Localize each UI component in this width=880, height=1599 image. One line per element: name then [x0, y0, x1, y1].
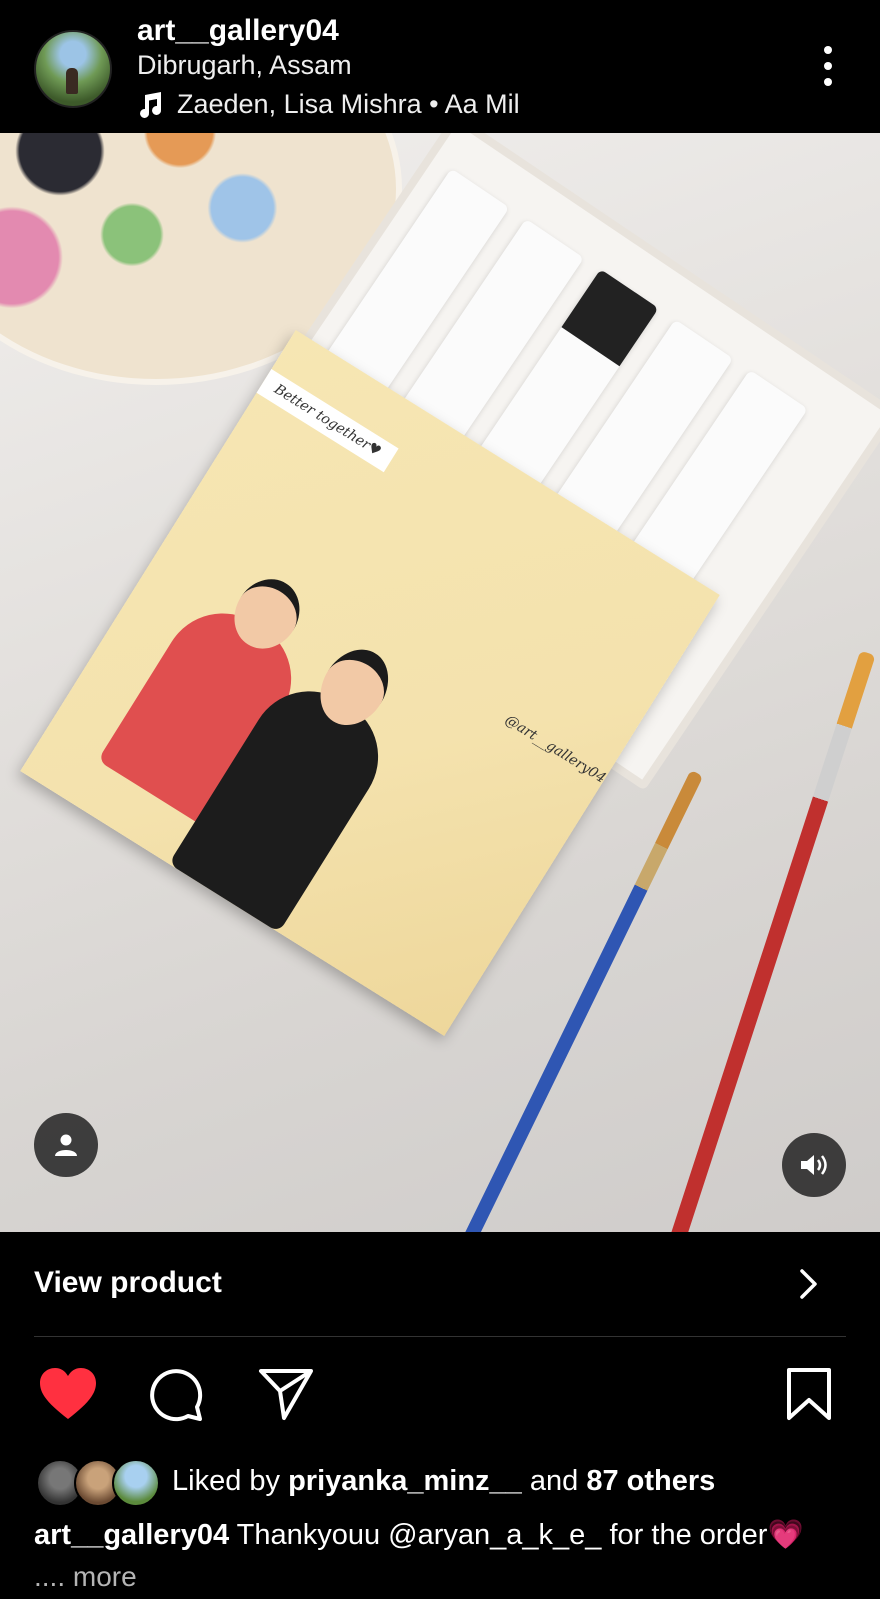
- bookmark-icon[interactable]: [786, 1367, 832, 1421]
- volume-icon: [801, 1155, 827, 1175]
- post-header: art__gallery04 Dibrugarh, Assam Zaeden, …: [0, 0, 880, 133]
- liker-avatars: [34, 1457, 162, 1507]
- audio-track[interactable]: Zaeden, Lisa Mishra • Aa Mil: [137, 89, 520, 120]
- likes-others-count[interactable]: 87 others: [586, 1465, 715, 1497]
- post-image[interactable]: Better together♥ @art__gallery04: [0, 133, 880, 1232]
- likes-row[interactable]: Liked by priyanka_minz__ and 87 others: [34, 1455, 715, 1507]
- post-caption: art__gallery04 Thankyouu @aryan_a_k_e_ f…: [34, 1518, 874, 1552]
- comment-icon[interactable]: [148, 1367, 204, 1423]
- likes-summary: Liked by priyanka_minz__ and 87 others: [172, 1465, 715, 1498]
- watermark: @art__gallery04: [501, 711, 609, 787]
- caption-username[interactable]: art__gallery04: [34, 1519, 229, 1551]
- person-tag-icon: [55, 1134, 77, 1156]
- post-username[interactable]: art__gallery04: [137, 14, 339, 48]
- view-product-row[interactable]: View product: [0, 1232, 880, 1336]
- caption-more-link[interactable]: .... more: [34, 1561, 137, 1593]
- heart-filled-icon[interactable]: [38, 1367, 98, 1421]
- send-icon[interactable]: [258, 1367, 314, 1421]
- sound-toggle-button[interactable]: [782, 1133, 846, 1197]
- top-liker-username[interactable]: priyanka_minz__: [288, 1465, 522, 1497]
- canvas-tag-label: Better together♥: [256, 369, 399, 473]
- post-actions: [0, 1337, 880, 1447]
- audio-track-label: Zaeden, Lisa Mishra • Aa Mil: [177, 89, 520, 119]
- profile-avatar[interactable]: [34, 30, 112, 108]
- view-product-label: View product: [34, 1266, 222, 1299]
- more-vertical-icon[interactable]: [822, 46, 834, 86]
- caption-text: Thankyouu @aryan_a_k_e_ for the order💗: [236, 1519, 804, 1551]
- chevron-right-icon: [800, 1269, 817, 1299]
- tagged-people-button[interactable]: [34, 1113, 98, 1177]
- post-location[interactable]: Dibrugarh, Assam: [137, 50, 352, 81]
- likes-prefix: Liked by: [172, 1464, 281, 1497]
- music-note-icon: [140, 91, 162, 118]
- liker-avatar: [112, 1459, 160, 1507]
- paint-brush-red: [662, 650, 876, 1232]
- likes-conjunction: and: [529, 1464, 579, 1497]
